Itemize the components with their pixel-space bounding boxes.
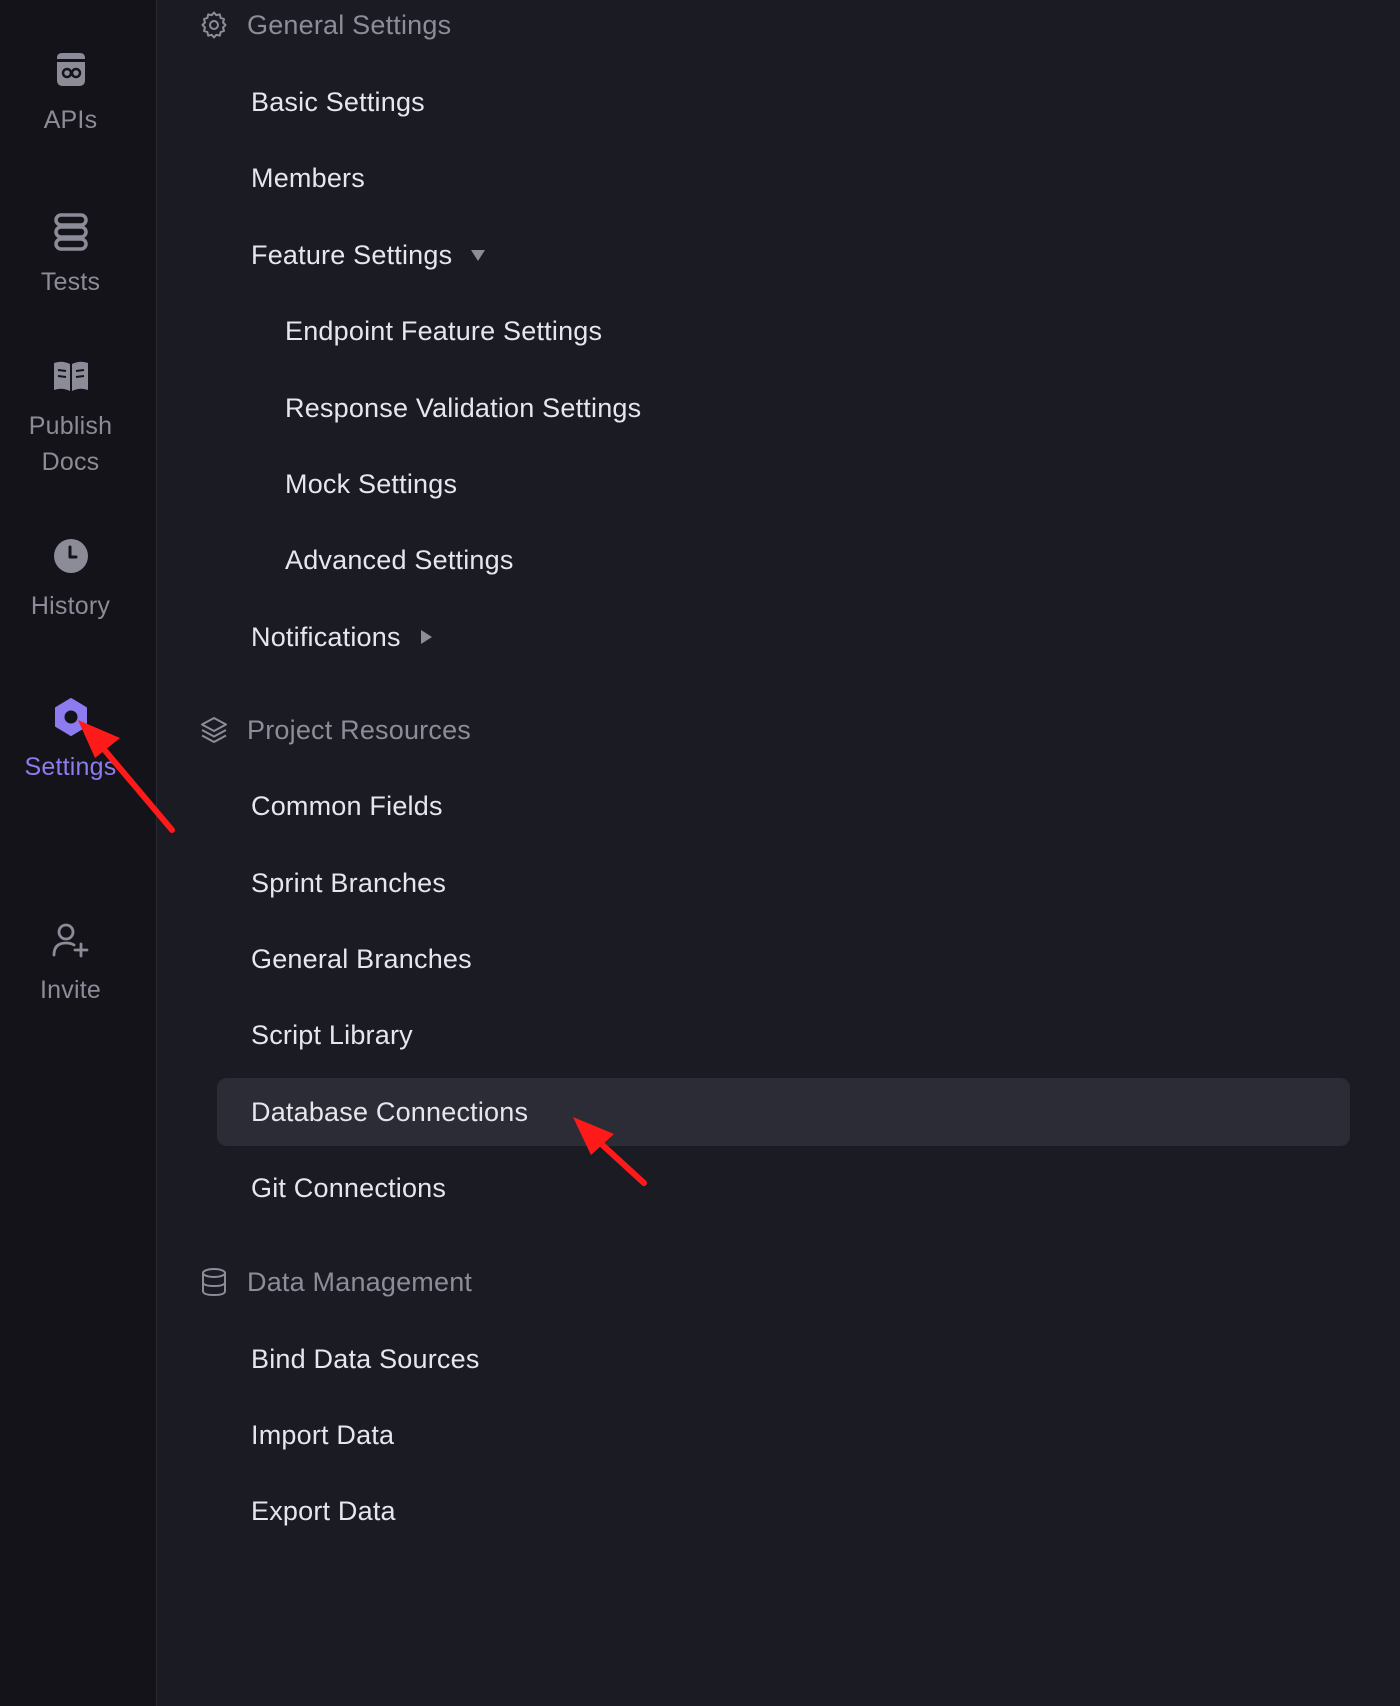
menu-item-mock-settings[interactable]: Mock Settings — [217, 450, 1350, 518]
menu-item-response-validation-settings[interactable]: Response Validation Settings — [217, 374, 1350, 442]
menu-item-label: Advanced Settings — [285, 544, 514, 575]
add-user-icon — [51, 920, 91, 960]
section-title: General Settings — [247, 9, 452, 40]
menu-item-notifications[interactable]: Notifications — [217, 603, 1350, 671]
menu-item-advanced-settings[interactable]: Advanced Settings — [217, 526, 1350, 594]
menu-item-label: Git Connections — [251, 1172, 447, 1203]
menu-item-general-branches[interactable]: General Branches — [217, 925, 1350, 993]
layers-icon — [199, 715, 229, 745]
section-header-general-settings: General Settings — [199, 5, 451, 45]
caret-down-icon[interactable] — [470, 248, 486, 262]
book-icon — [51, 356, 91, 396]
menu-item-members[interactable]: Members — [217, 144, 1350, 212]
section-title: Project Resources — [247, 714, 471, 745]
menu-item-basic-settings[interactable]: Basic Settings — [217, 68, 1350, 136]
menu-item-label: Notifications — [251, 621, 401, 652]
menu-item-export-data[interactable]: Export Data — [217, 1477, 1350, 1545]
menu-item-database-connections[interactable]: Database Connections — [217, 1078, 1350, 1146]
menu-item-label: Import Data — [251, 1419, 395, 1450]
menu-item-script-library[interactable]: Script Library — [217, 1001, 1350, 1069]
left-nav-rail: APIs Tests Publish Docs History Settings… — [0, 0, 157, 1706]
menu-item-bind-data-sources[interactable]: Bind Data Sources — [217, 1325, 1350, 1393]
menu-item-common-fields[interactable]: Common Fields — [217, 772, 1350, 840]
menu-item-label: Members — [251, 162, 365, 193]
menu-item-sprint-branches[interactable]: Sprint Branches — [217, 849, 1350, 917]
rail-item-settings[interactable]: Settings — [0, 697, 141, 785]
database-icon — [199, 1267, 229, 1297]
api-icon — [51, 50, 91, 90]
menu-item-label: Response Validation Settings — [285, 392, 642, 423]
app-window: APIs Tests Publish Docs History Settings… — [0, 0, 1400, 1706]
menu-item-label: Database Connections — [251, 1096, 529, 1127]
menu-item-feature-settings[interactable]: Feature Settings — [217, 221, 1350, 289]
clock-icon — [51, 536, 91, 576]
section-title: Data Management — [247, 1266, 473, 1297]
rail-item-label: Publish Docs — [28, 412, 113, 476]
caret-right-icon[interactable] — [419, 629, 433, 645]
rail-item-label: History — [30, 592, 111, 620]
settings-menu: General Settings Basic Settings Members … — [157, 0, 1400, 1706]
menu-item-git-connections[interactable]: Git Connections — [217, 1154, 1350, 1222]
rail-item-invite[interactable]: Invite — [0, 920, 141, 1008]
menu-item-label: Script Library — [251, 1019, 413, 1050]
rail-item-publish-docs[interactable]: Publish Docs — [0, 356, 141, 480]
menu-item-label: Endpoint Feature Settings — [285, 315, 603, 346]
section-header-data-management: Data Management — [199, 1262, 472, 1302]
rail-item-tests[interactable]: Tests — [0, 212, 141, 300]
menu-item-label: Export Data — [251, 1495, 396, 1526]
menu-item-endpoint-feature-settings[interactable]: Endpoint Feature Settings — [217, 297, 1350, 365]
menu-item-label: Feature Settings — [251, 239, 453, 270]
gear-icon — [199, 10, 229, 40]
menu-item-label: General Branches — [251, 943, 472, 974]
menu-item-import-data[interactable]: Import Data — [217, 1401, 1350, 1469]
rail-item-label: Tests — [40, 268, 101, 296]
tests-icon — [51, 212, 91, 252]
section-header-project-resources: Project Resources — [199, 710, 471, 750]
menu-item-label: Mock Settings — [285, 468, 458, 499]
menu-item-label: Basic Settings — [251, 86, 425, 117]
menu-item-label: Common Fields — [251, 790, 443, 821]
rail-item-label: Invite — [40, 976, 101, 1004]
menu-item-label: Bind Data Sources — [251, 1343, 480, 1374]
menu-item-label: Sprint Branches — [251, 867, 447, 898]
rail-item-label: APIs — [43, 106, 98, 134]
settings-hexagon-icon — [51, 697, 91, 737]
rail-item-apis[interactable]: APIs — [0, 50, 141, 138]
rail-item-history[interactable]: History — [0, 536, 141, 624]
rail-item-label: Settings — [24, 753, 117, 781]
